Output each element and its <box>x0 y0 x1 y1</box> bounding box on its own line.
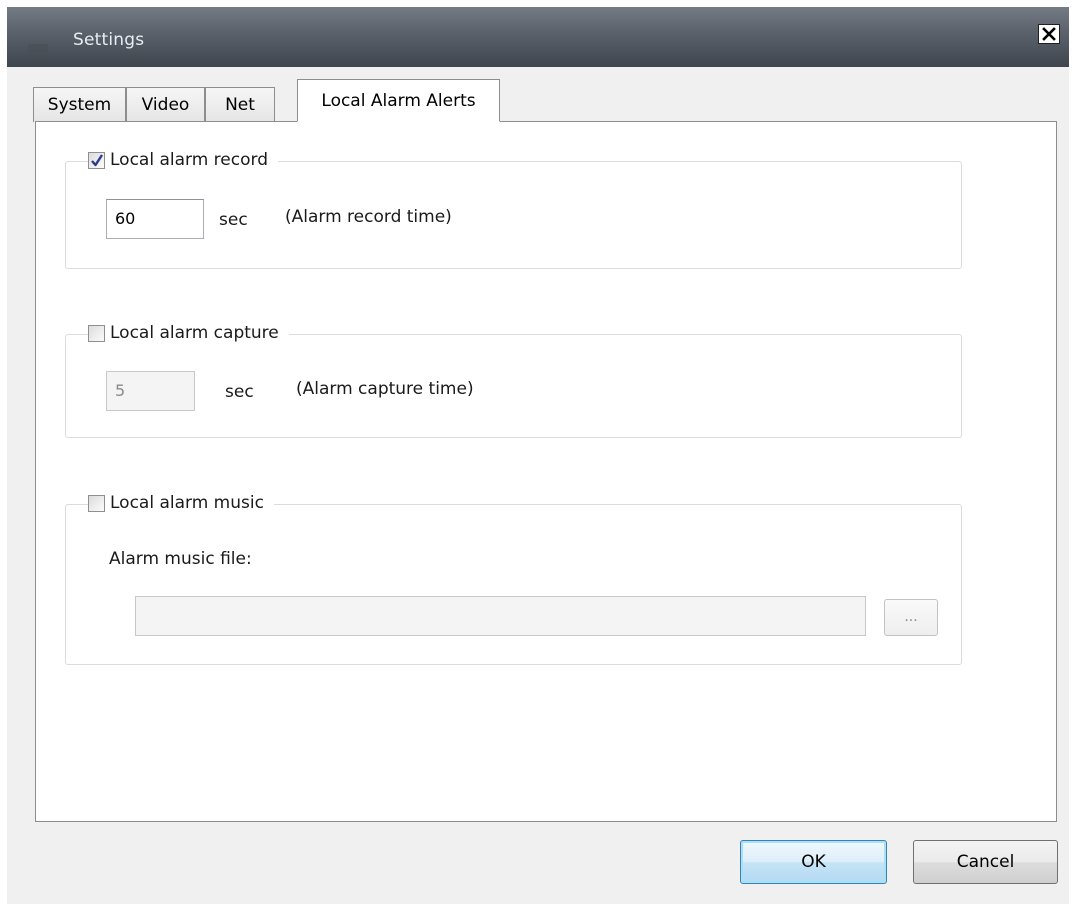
capture-checkbox[interactable] <box>88 324 105 342</box>
browse-button[interactable]: ... <box>884 599 938 636</box>
music-legend: Local alarm music <box>88 490 274 516</box>
capture-hint: (Alarm capture time) <box>296 379 474 399</box>
checkmark-icon <box>91 153 104 166</box>
record-unit: sec <box>219 210 248 230</box>
capture-label: Local alarm capture <box>110 323 279 343</box>
settings-dialog: Settings System Video Net Local Alarm Al… <box>7 7 1069 904</box>
tab-net[interactable]: Net <box>205 87 275 122</box>
record-time-input[interactable]: 60 <box>106 199 204 239</box>
tab-video[interactable]: Video <box>126 87 205 122</box>
window-title: Settings <box>73 30 145 50</box>
record-label: Local alarm record <box>110 150 268 170</box>
music-checkbox[interactable] <box>88 494 105 512</box>
record-legend: Local alarm record <box>88 147 278 173</box>
capture-unit: sec <box>225 382 254 402</box>
capture-time-input[interactable]: 5 <box>106 371 195 411</box>
tab-system[interactable]: System <box>33 87 126 122</box>
capture-legend: Local alarm capture <box>88 320 289 346</box>
record-hint: (Alarm record time) <box>285 207 452 227</box>
record-group: Local alarm record 60 sec (Alarm record … <box>65 147 962 269</box>
record-checkbox[interactable] <box>88 151 105 169</box>
tab-panel-local-alarm-alerts: Local alarm record 60 sec (Alarm record … <box>35 121 1057 822</box>
close-icon <box>1042 27 1056 41</box>
music-group: Local alarm music Alarm music file: ... <box>65 490 962 665</box>
app-icon <box>27 41 49 55</box>
tab-local-alarm-alerts[interactable]: Local Alarm Alerts <box>297 79 500 122</box>
music-label: Local alarm music <box>110 493 264 513</box>
close-button[interactable] <box>1038 24 1060 44</box>
cancel-button[interactable]: Cancel <box>913 840 1058 884</box>
music-file-input[interactable] <box>135 596 866 636</box>
title-bar[interactable]: Settings <box>7 7 1069 67</box>
ok-button[interactable]: OK <box>740 840 887 884</box>
capture-group: Local alarm capture 5 sec (Alarm capture… <box>65 320 962 438</box>
music-file-label: Alarm music file: <box>109 549 252 569</box>
